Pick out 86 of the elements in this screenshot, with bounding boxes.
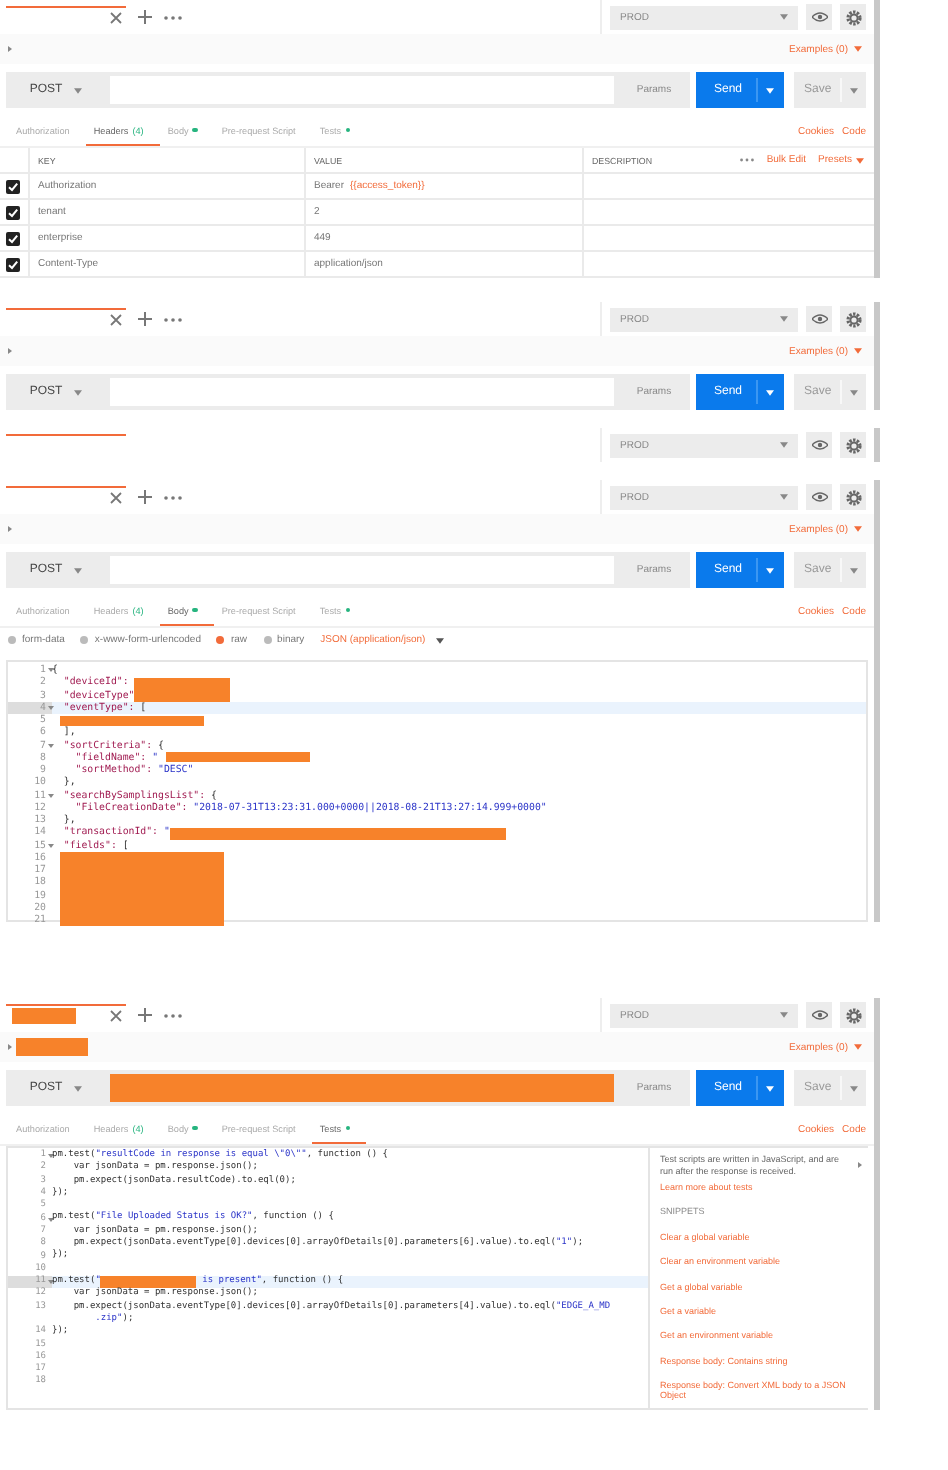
add-tab-icon[interactable] xyxy=(138,490,152,504)
eye-icon xyxy=(811,1010,827,1020)
status-dot xyxy=(345,1125,351,1131)
caret-icon xyxy=(780,442,788,448)
fold-icon[interactable] xyxy=(48,743,54,748)
status-dot xyxy=(345,127,351,133)
caret-icon xyxy=(780,316,788,322)
caret-icon xyxy=(854,526,862,532)
caret-icon xyxy=(854,1044,862,1050)
status-dot xyxy=(192,1125,198,1131)
caret-icon xyxy=(854,348,862,354)
add-tab-icon[interactable] xyxy=(138,312,152,326)
redaction-block xyxy=(100,1276,197,1289)
settings-icon xyxy=(845,9,861,25)
radio-button[interactable] xyxy=(216,636,225,644)
eye-icon xyxy=(811,440,827,450)
request-tab[interactable] xyxy=(6,5,126,29)
quick-look-button[interactable] xyxy=(806,4,832,30)
checkbox[interactable] xyxy=(6,179,20,193)
caret-icon[interactable] xyxy=(8,1044,12,1050)
caret-icon[interactable] xyxy=(850,389,858,395)
caret-icon[interactable] xyxy=(850,567,858,573)
status-dot xyxy=(345,607,351,613)
request-tab[interactable] xyxy=(6,485,126,509)
settings-icon xyxy=(845,489,861,505)
code-editor[interactable] xyxy=(6,1146,648,1410)
eye-icon xyxy=(811,12,827,22)
caret-icon xyxy=(74,389,83,395)
settings-icon xyxy=(845,311,861,327)
checkbox[interactable] xyxy=(6,257,20,271)
request-tab[interactable] xyxy=(6,307,126,331)
radio-button[interactable] xyxy=(8,636,16,644)
settings-button[interactable] xyxy=(840,432,866,458)
settings-icon xyxy=(845,437,861,453)
status-dot xyxy=(192,607,198,613)
caret-icon[interactable] xyxy=(850,87,858,93)
caret-icon xyxy=(435,637,444,643)
caret-icon[interactable] xyxy=(766,567,774,573)
add-tab-icon[interactable] xyxy=(138,10,152,24)
radio-button[interactable] xyxy=(263,636,272,644)
caret-icon xyxy=(780,494,788,500)
quick-look-button[interactable] xyxy=(806,432,832,458)
fold-icon[interactable] xyxy=(48,1154,54,1159)
checkbox[interactable] xyxy=(6,231,20,245)
caret-icon[interactable] xyxy=(766,87,774,93)
redaction-block xyxy=(12,1008,76,1024)
caret-icon xyxy=(854,46,862,52)
fold-icon[interactable] xyxy=(48,1217,54,1222)
fold-icon[interactable] xyxy=(48,793,54,798)
quick-look-button[interactable] xyxy=(806,484,832,510)
eye-icon xyxy=(811,314,827,324)
settings-icon xyxy=(845,1007,861,1023)
caret-icon[interactable] xyxy=(8,348,12,354)
fold-icon[interactable] xyxy=(48,668,54,673)
radio-button[interactable] xyxy=(80,636,89,644)
add-tab-icon[interactable] xyxy=(138,1008,152,1022)
quick-look-button[interactable] xyxy=(806,306,832,332)
caret-icon xyxy=(74,1085,83,1091)
code-editor[interactable] xyxy=(6,660,868,922)
caret-icon xyxy=(74,87,83,93)
caret-icon[interactable] xyxy=(850,1085,858,1091)
quick-look-button[interactable] xyxy=(806,1002,832,1028)
eye-icon xyxy=(811,492,827,502)
request-tab[interactable] xyxy=(6,1003,126,1027)
caret-icon[interactable] xyxy=(8,46,12,52)
settings-button[interactable] xyxy=(840,4,866,30)
caret-icon[interactable] xyxy=(8,526,12,532)
caret-icon[interactable] xyxy=(766,1085,774,1091)
caret-icon xyxy=(780,14,788,20)
close-icon[interactable] xyxy=(110,314,122,326)
close-icon[interactable] xyxy=(110,1010,122,1022)
checkbox[interactable] xyxy=(6,205,20,219)
close-icon[interactable] xyxy=(110,12,122,24)
caret-icon[interactable] xyxy=(856,157,864,163)
close-icon[interactable] xyxy=(110,492,122,504)
redaction-block xyxy=(16,1038,88,1056)
redaction-block xyxy=(60,715,204,725)
fold-icon[interactable] xyxy=(48,1280,54,1285)
caret-icon xyxy=(780,1012,788,1018)
settings-button[interactable] xyxy=(840,306,866,332)
settings-button[interactable] xyxy=(840,1002,866,1028)
caret-icon[interactable] xyxy=(766,389,774,395)
caret-icon xyxy=(74,567,83,573)
settings-button[interactable] xyxy=(840,484,866,510)
fold-icon[interactable] xyxy=(48,843,54,848)
status-dot xyxy=(192,127,198,133)
